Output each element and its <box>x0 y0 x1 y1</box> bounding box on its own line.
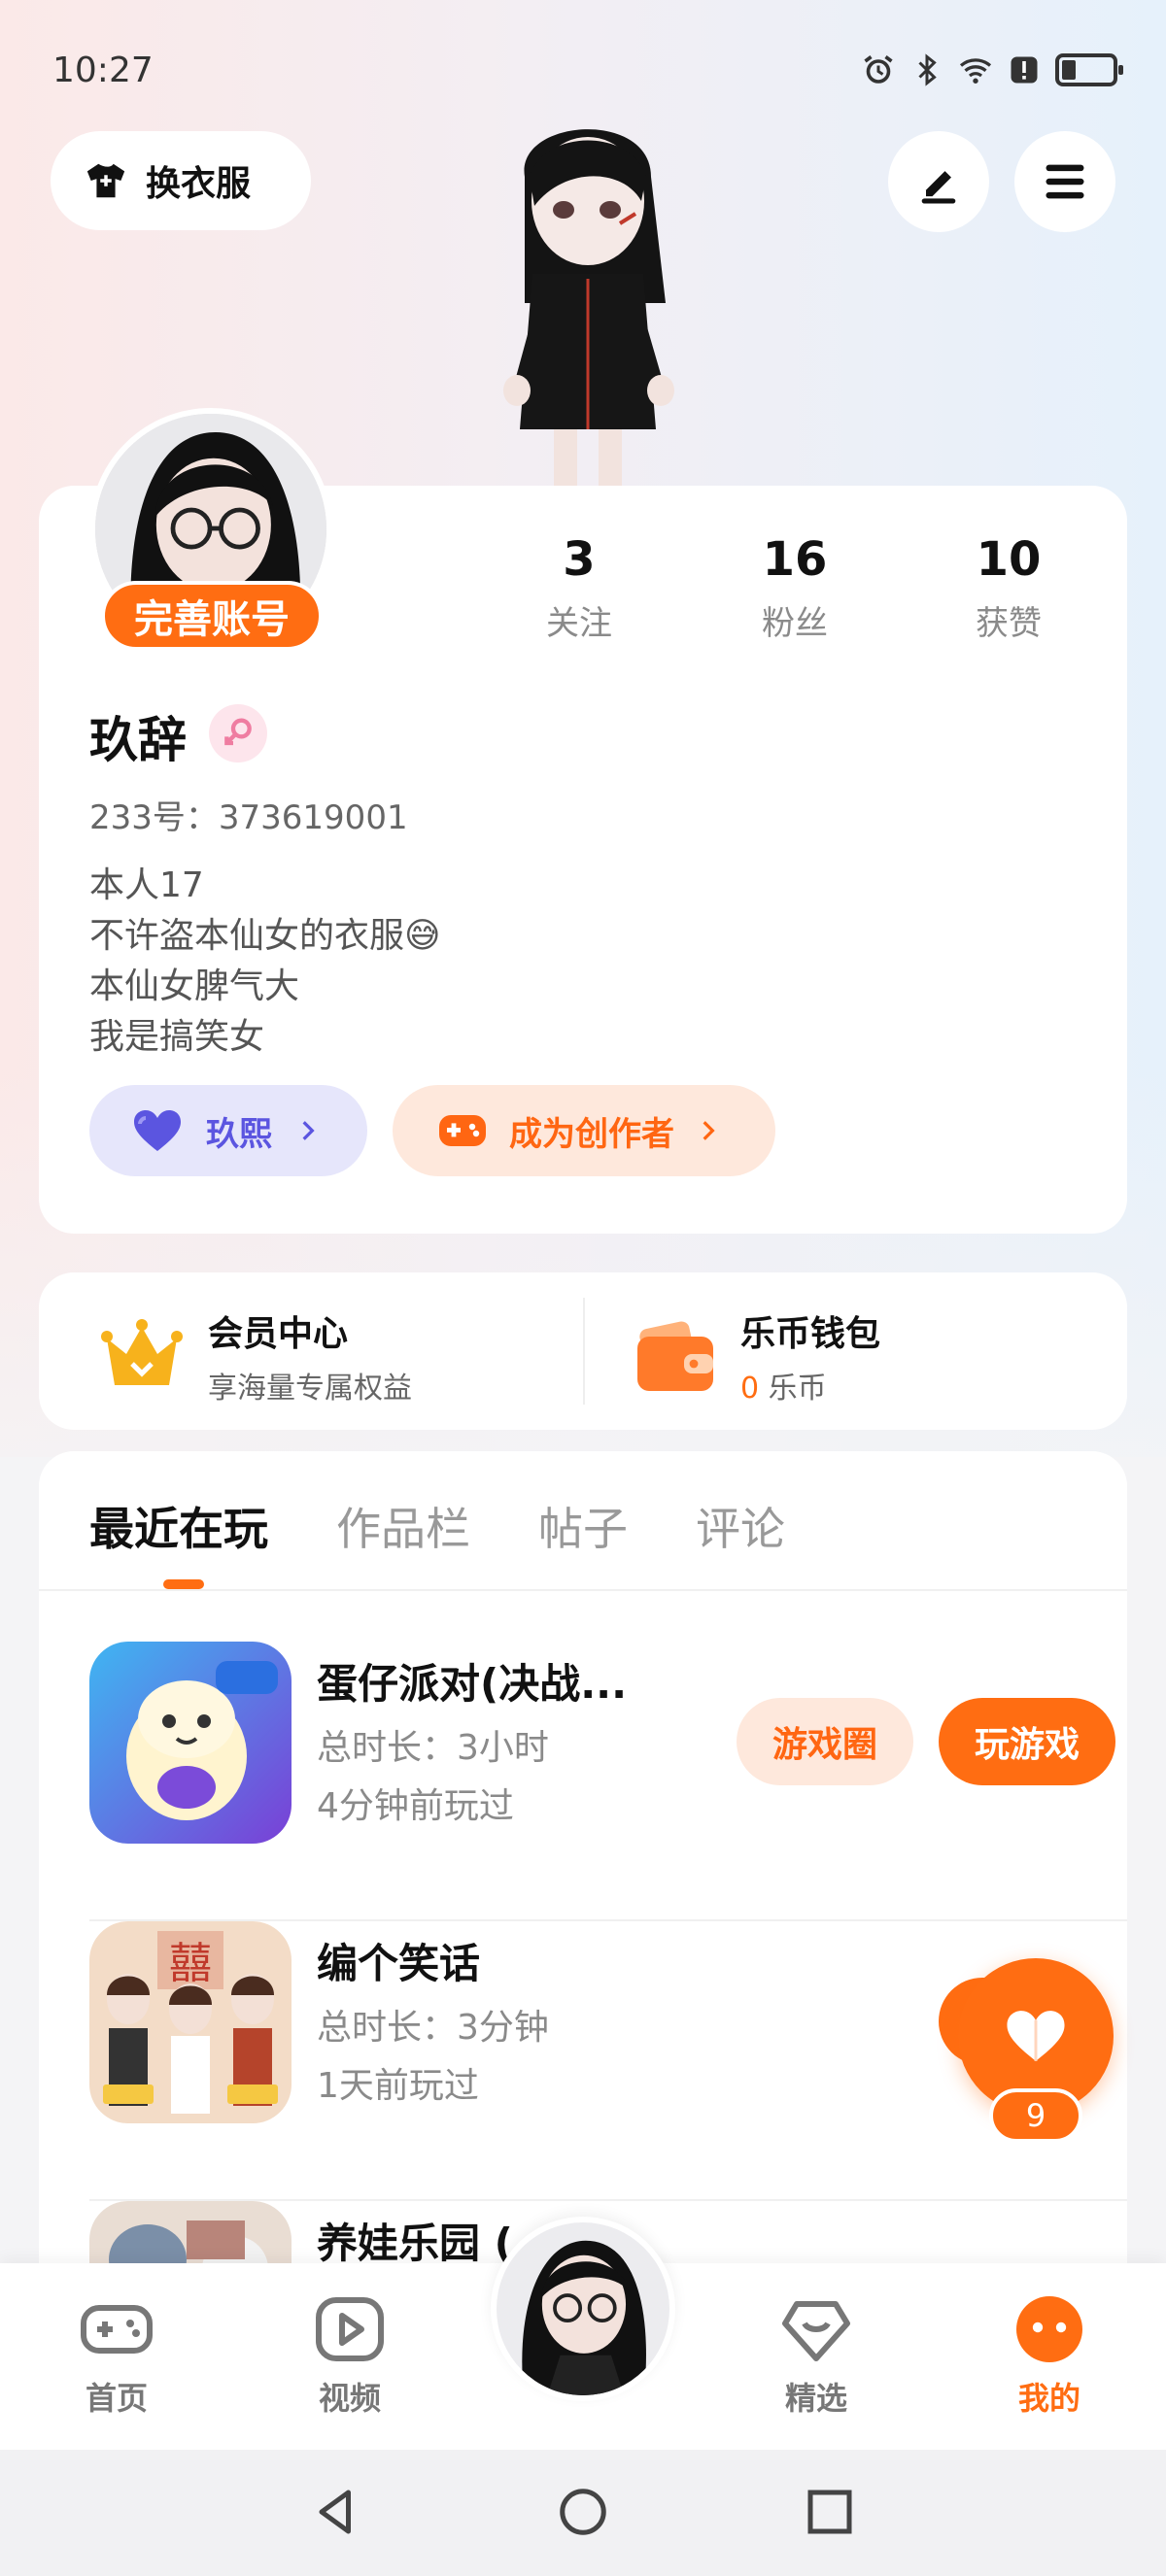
nav-home-label: 首页 <box>85 2380 148 2417</box>
change-outfit-button[interactable]: 换衣服 <box>51 131 311 230</box>
gamepad-icon <box>439 1115 486 1146</box>
bluetooth-icon <box>918 53 937 86</box>
stat-fans-num: 16 <box>762 532 828 587</box>
bio-line: 我是搞笑女 <box>89 1017 265 1057</box>
wallet-balance: 0 乐币 <box>740 1364 880 1407</box>
vip-wallet-card: 会员中心 享海量专属权益 乐币钱包 0 乐币 <box>39 1272 1127 1430</box>
play-game-button[interactable]: 玩游戏 <box>939 1698 1115 1785</box>
user-id: 233号：373619001 <box>89 798 408 837</box>
game-last-played: 4分钟前玩过 <box>317 1786 514 1826</box>
guard-label: 玖熙 <box>206 1114 272 1154</box>
bio-line: 不许盗本仙女的衣服😅 <box>89 916 441 956</box>
svg-text:囍: 囍 <box>169 1939 212 1988</box>
edit-button[interactable] <box>888 131 989 232</box>
game-circle-button[interactable]: 游戏圈 <box>737 1698 913 1785</box>
tab-divider <box>39 1589 1127 1591</box>
wifi-icon <box>959 58 992 84</box>
avatar-3d-figure[interactable] <box>457 109 719 488</box>
chevron-right-icon <box>703 1121 715 1140</box>
nav-avatar-button[interactable] <box>491 2217 675 2401</box>
bio: 本人17 不许盗本仙女的衣服😅 本仙女脾气大 我是搞笑女 <box>89 861 441 1063</box>
status-time: 10:27 <box>52 51 154 90</box>
heart-icon <box>134 1110 181 1151</box>
nav-featured[interactable]: 精选 <box>748 2292 884 2419</box>
me-icon <box>1016 2296 1082 2362</box>
wallet-icon <box>637 1321 713 1391</box>
become-creator-label: 成为创作者 <box>509 1114 674 1154</box>
nav-featured-label: 精选 <box>784 2380 847 2417</box>
status-icons <box>861 52 1123 87</box>
wallet-unit: 乐币 <box>768 1372 827 1406</box>
game-last-played: 1天前玩过 <box>317 2066 479 2106</box>
female-icon <box>209 704 267 763</box>
change-outfit-label: 换衣服 <box>146 164 252 204</box>
heart-icon <box>1007 2011 1065 2061</box>
nav-me[interactable]: 我的 <box>981 2292 1117 2419</box>
game-icon-eggy-party <box>89 1642 292 1844</box>
tab-works[interactable]: 作品栏 <box>336 1494 470 1558</box>
game-name: 养娃乐园 ( <box>317 2220 513 2267</box>
alarm-icon <box>864 55 893 84</box>
vip-title: 会员中心 <box>208 1314 349 1354</box>
tab-bar: 最近在玩 作品栏 帖子 评论 <box>89 1494 785 1558</box>
vip-subtitle: 享海量专属权益 <box>208 1372 412 1406</box>
game-name: 蛋仔派对(决战... <box>317 1660 628 1708</box>
bio-line: 本人17 <box>89 865 204 905</box>
video-icon <box>316 2297 384 2361</box>
tab-recently-played[interactable]: 最近在玩 <box>89 1494 268 1558</box>
stat-following-num: 3 <box>563 532 596 587</box>
nav-video[interactable]: 视频 <box>282 2292 418 2419</box>
system-nav-bar <box>0 2450 1166 2576</box>
guard-button[interactable]: 玖熙 <box>89 1085 367 1176</box>
game-row[interactable]: 蛋仔派对(决战... 总时长：3小时 4分钟前玩过 游戏圈 玩游戏 <box>89 1642 1127 1921</box>
menu-button[interactable] <box>1014 131 1115 232</box>
like-count-badge: 9 <box>989 2088 1082 2143</box>
tab-indicator <box>163 1579 204 1589</box>
chevron-right-icon <box>302 1121 315 1140</box>
nickname: 玖辞 <box>89 712 187 768</box>
bio-line: 本仙女脾气大 <box>89 966 300 1006</box>
hamburger-icon <box>1046 164 1084 199</box>
stat-fans-label: 粉丝 <box>762 604 828 643</box>
stat-fans[interactable]: 16 粉丝 <box>717 532 873 644</box>
nav-me-label: 我的 <box>1017 2380 1080 2417</box>
pencil-icon <box>921 171 956 204</box>
game-name: 编个笑话 <box>317 1940 481 1987</box>
become-creator-button[interactable]: 成为创作者 <box>393 1085 775 1176</box>
wallet[interactable]: 乐币钱包 0 乐币 <box>634 1305 880 1407</box>
home-icon[interactable] <box>554 2483 612 2541</box>
stat-following-label: 关注 <box>546 604 612 643</box>
nav-video-label: 视频 <box>318 2380 381 2417</box>
stat-following[interactable]: 3 关注 <box>501 532 657 644</box>
vip-center[interactable]: 会员中心 享海量专属权益 <box>99 1305 412 1407</box>
tab-comments[interactable]: 评论 <box>696 1494 785 1558</box>
heart-diamond-icon <box>782 2301 850 2361</box>
recents-icon[interactable] <box>801 2483 859 2541</box>
game-duration: 总时长：3分钟 <box>317 2008 549 2048</box>
shirt-icon <box>86 163 125 198</box>
game-duration: 总时长：3小时 <box>317 1728 549 1768</box>
stat-likes[interactable]: 10 获赞 <box>931 532 1086 644</box>
back-icon[interactable] <box>307 2483 365 2541</box>
wallet-amount: 0 <box>740 1372 760 1406</box>
divider <box>583 1298 585 1405</box>
tab-posts[interactable]: 帖子 <box>538 1494 628 1558</box>
stat-likes-num: 10 <box>976 532 1042 587</box>
gamepad-icon <box>81 2305 153 2354</box>
alert-icon <box>1011 56 1038 84</box>
wallet-title: 乐币钱包 <box>740 1314 881 1354</box>
crown-icon <box>101 1319 183 1385</box>
nav-home[interactable]: 首页 <box>49 2292 185 2419</box>
complete-account-badge[interactable]: 完善账号 <box>101 581 323 651</box>
battery-icon <box>1055 53 1123 86</box>
game-icon-joke: 囍 <box>89 1921 292 2123</box>
stat-likes-label: 获赞 <box>976 604 1042 643</box>
